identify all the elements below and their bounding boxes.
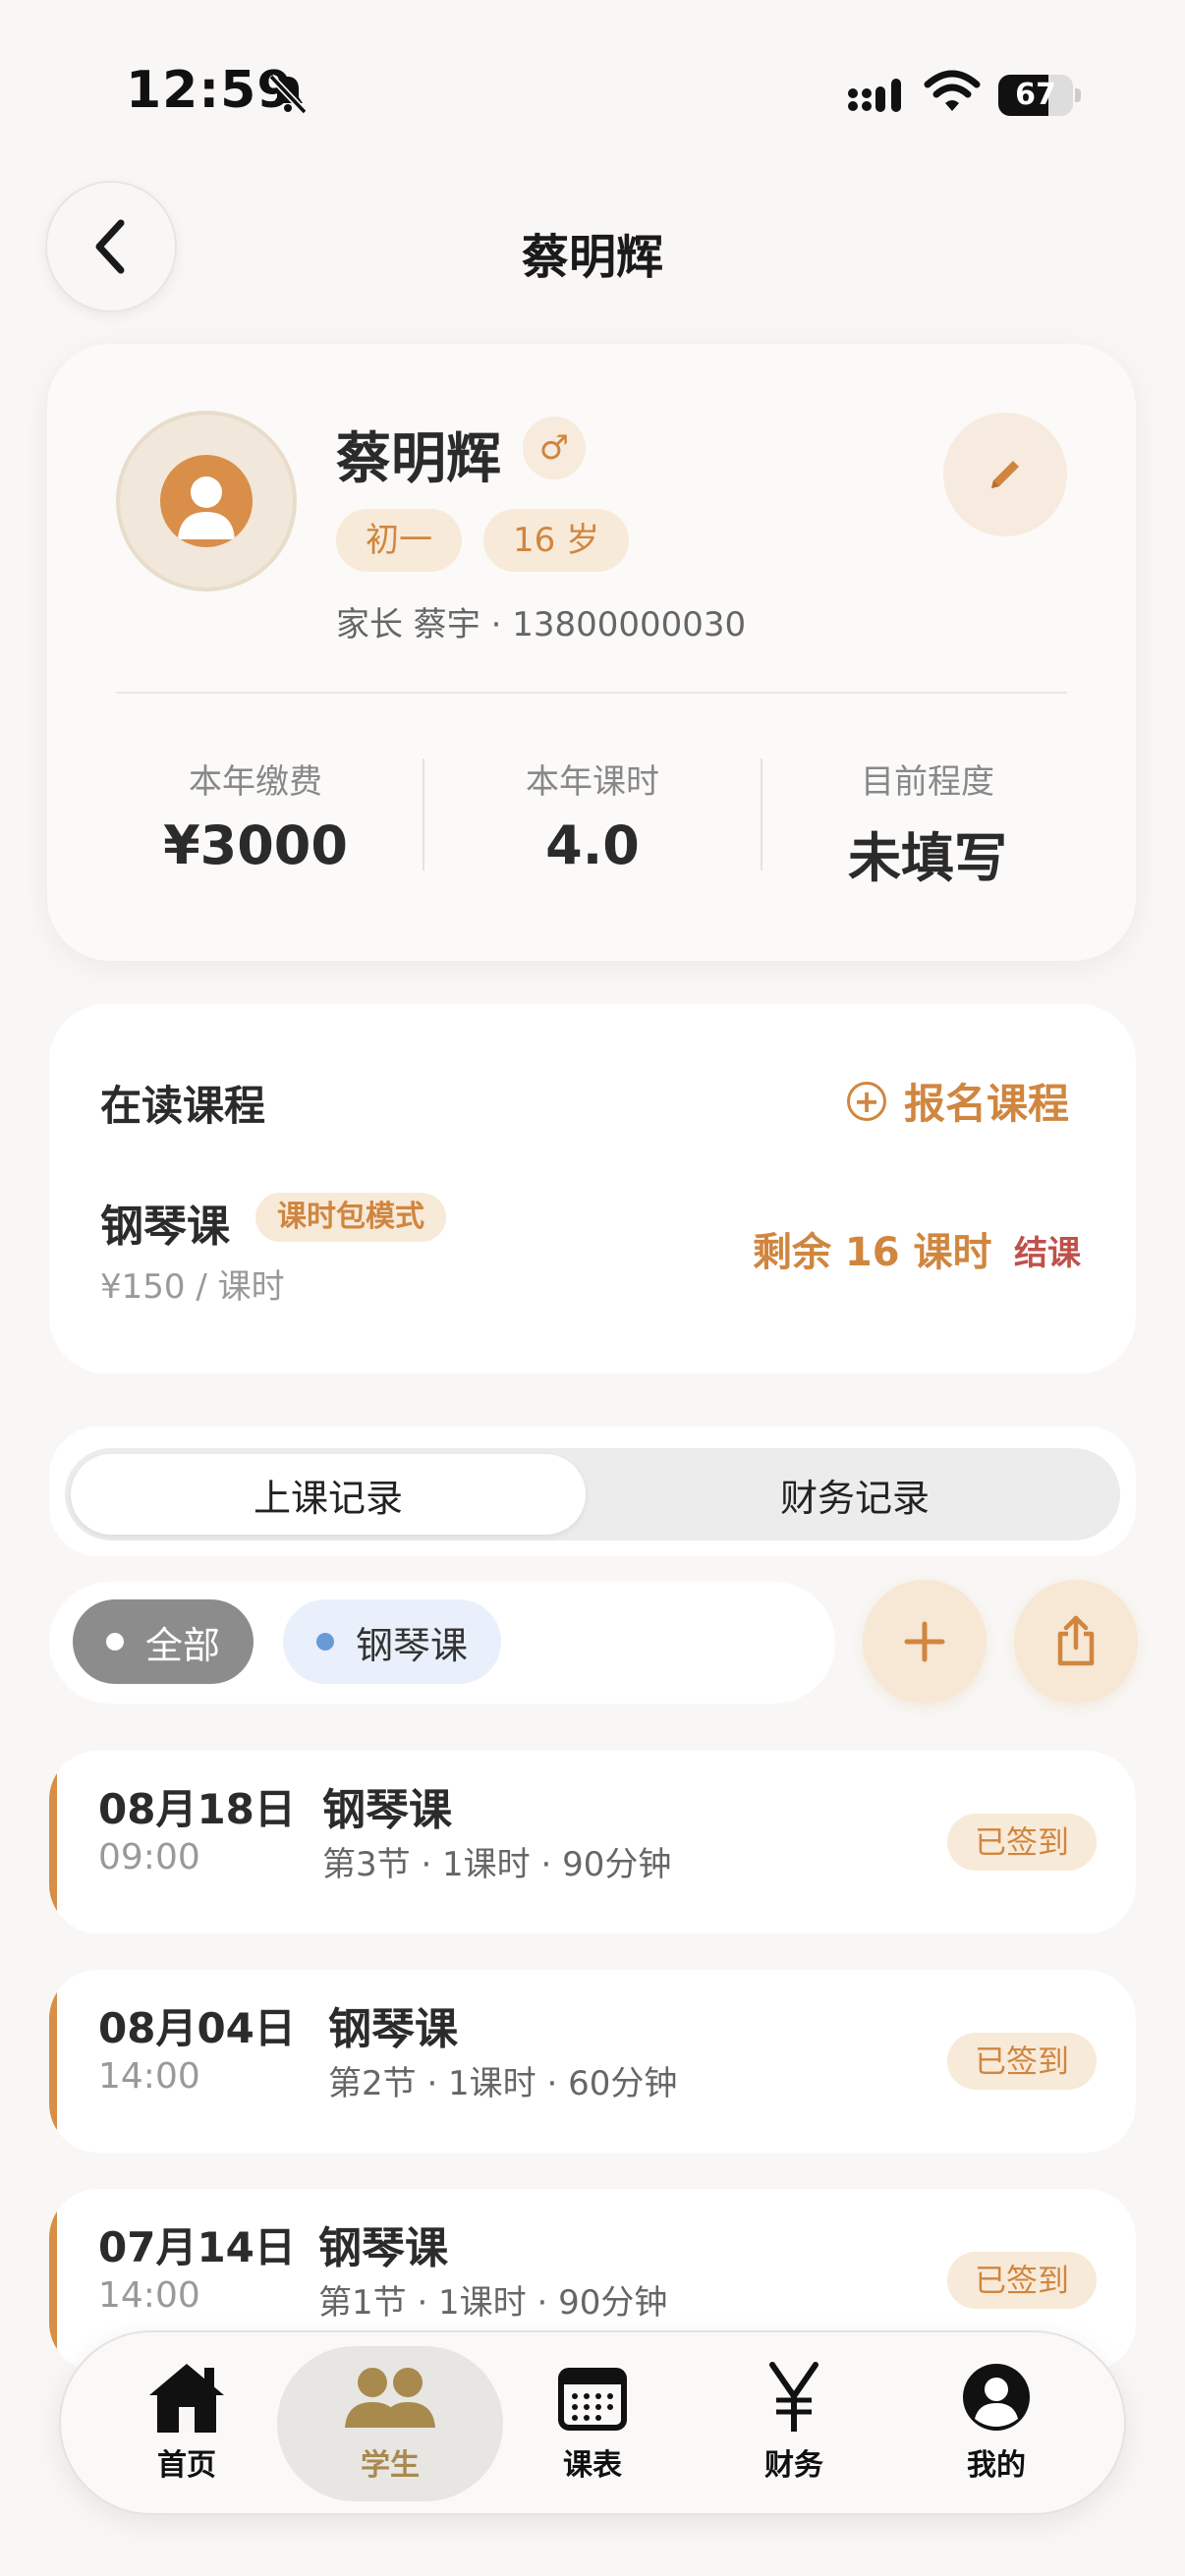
stat-divider (423, 758, 424, 870)
stat-value: 未填写 (848, 827, 1007, 889)
filter-chip-piano[interactable]: 钢琴课 (283, 1599, 502, 1684)
record-accent-bar (49, 1751, 57, 1933)
age-tag: 16 岁 (483, 509, 630, 572)
record-accent-bar (49, 2189, 57, 2372)
filter-label: 全部 (145, 1623, 221, 1667)
record-date: 08月04日 (98, 2004, 296, 2052)
male-icon: ♂ (523, 417, 586, 479)
tab-finance[interactable]: 财务记录 (597, 1468, 1112, 1522)
status-badge: 已签到 (947, 2033, 1098, 2090)
nav-item-home[interactable]: 首页 (88, 2358, 285, 2484)
record-time: 14:00 (98, 2275, 200, 2316)
stat-label: 本年缴费 (189, 762, 322, 802)
record-accent-bar (49, 1970, 57, 2153)
status-badge: 已签到 (947, 2252, 1098, 2309)
courses-title: 在读课程 (100, 1082, 266, 1130)
record-detail: 第2节 · 1课时 · 60分钟 (328, 2064, 678, 2103)
course-price: ¥150 / 课时 (100, 1267, 285, 1307)
yen-icon (769, 2362, 818, 2432)
course-remaining-hours: 剩余 16 课时 (753, 1230, 992, 1275)
stat-annual-hours: 本年课时 4.0 (425, 755, 760, 876)
signal-icon (847, 77, 908, 118)
courses-card (49, 1004, 1136, 1373)
profile-divider (116, 692, 1067, 694)
plus-icon (904, 1621, 945, 1662)
filter-label: 钢琴课 (356, 1623, 469, 1667)
status-badge: 已签到 (947, 1814, 1098, 1871)
record-course: 钢琴课 (318, 2223, 448, 2273)
nav-label: 课表 (563, 2448, 622, 2483)
home-icon (149, 2364, 224, 2433)
nav-label: 首页 (157, 2448, 216, 2483)
share-icon (1057, 1615, 1095, 1666)
nav-item-finance[interactable]: 财务 (696, 2358, 892, 2484)
page-title: 蔡明辉 (521, 230, 663, 285)
bell-muted-icon (265, 71, 310, 116)
add-record-button[interactable] (863, 1580, 987, 1704)
parent-info: 家长 蔡宇 · 13800000030 (336, 605, 747, 644)
grade-tag: 初一 (336, 509, 462, 572)
end-course-button[interactable]: 结课 (1014, 1226, 1081, 1274)
students-icon (345, 2368, 435, 2428)
attendance-record[interactable]: 08月04日 14:00 钢琴课 第2节 · 1课时 · 60分钟 已签到 (49, 1970, 1136, 2153)
record-date: 08月18日 (98, 1785, 296, 1833)
user-icon (178, 476, 235, 539)
enroll-label: 报名课程 (904, 1080, 1070, 1128)
enroll-course-button[interactable]: + 报名课程 (847, 1071, 1069, 1131)
course-mode-badge: 课时包模式 (255, 1193, 446, 1242)
record-detail: 第1节 · 1课时 · 90分钟 (318, 2283, 668, 2323)
record-detail: 第3节 · 1课时 · 90分钟 (322, 1845, 672, 1884)
stat-current-level: 目前程度 未填写 (761, 755, 1095, 892)
calendar-icon (558, 2368, 627, 2431)
nav-label: 财务 (764, 2448, 823, 2483)
tab-attendance[interactable]: 上课记录 (71, 1468, 586, 1522)
stat-label: 本年课时 (526, 762, 659, 802)
stat-value: ¥3000 (163, 814, 348, 876)
nav-label: 我的 (967, 2448, 1026, 2483)
student-name: 蔡明辉 (336, 427, 501, 491)
attendance-record[interactable]: 08月18日 09:00 钢琴课 第3节 · 1课时 · 90分钟 已签到 (49, 1751, 1136, 1933)
dot-icon (106, 1633, 124, 1651)
plus-circle-icon: + (847, 1081, 886, 1121)
stat-annual-payment: 本年缴费 ¥3000 (88, 755, 423, 876)
stat-label: 目前程度 (861, 762, 994, 802)
stat-value: 4.0 (545, 814, 640, 876)
filter-chip-all[interactable]: 全部 (73, 1599, 254, 1684)
dot-icon (316, 1633, 334, 1651)
wifi-icon (924, 69, 981, 116)
record-course: 钢琴课 (328, 2004, 458, 2054)
pencil-icon (991, 461, 1019, 488)
nav-item-schedule[interactable]: 课表 (494, 2358, 691, 2484)
record-course: 钢琴课 (322, 1785, 452, 1835)
edit-button[interactable] (943, 413, 1067, 536)
battery-indicator: 67 (998, 75, 1081, 116)
share-button[interactable] (1014, 1580, 1138, 1704)
profile-icon (963, 2364, 1030, 2431)
nav-label: 学生 (361, 2448, 420, 2483)
nav-item-me[interactable]: 我的 (898, 2358, 1095, 2484)
battery-level: 67 (1015, 78, 1056, 112)
record-date: 07月14日 (98, 2223, 296, 2271)
record-time: 14:00 (98, 2056, 200, 2097)
nav-item-students[interactable]: 学生 (292, 2358, 488, 2484)
avatar (116, 411, 297, 591)
course-name: 钢琴课 (100, 1202, 230, 1252)
record-time: 09:00 (98, 1837, 200, 1877)
